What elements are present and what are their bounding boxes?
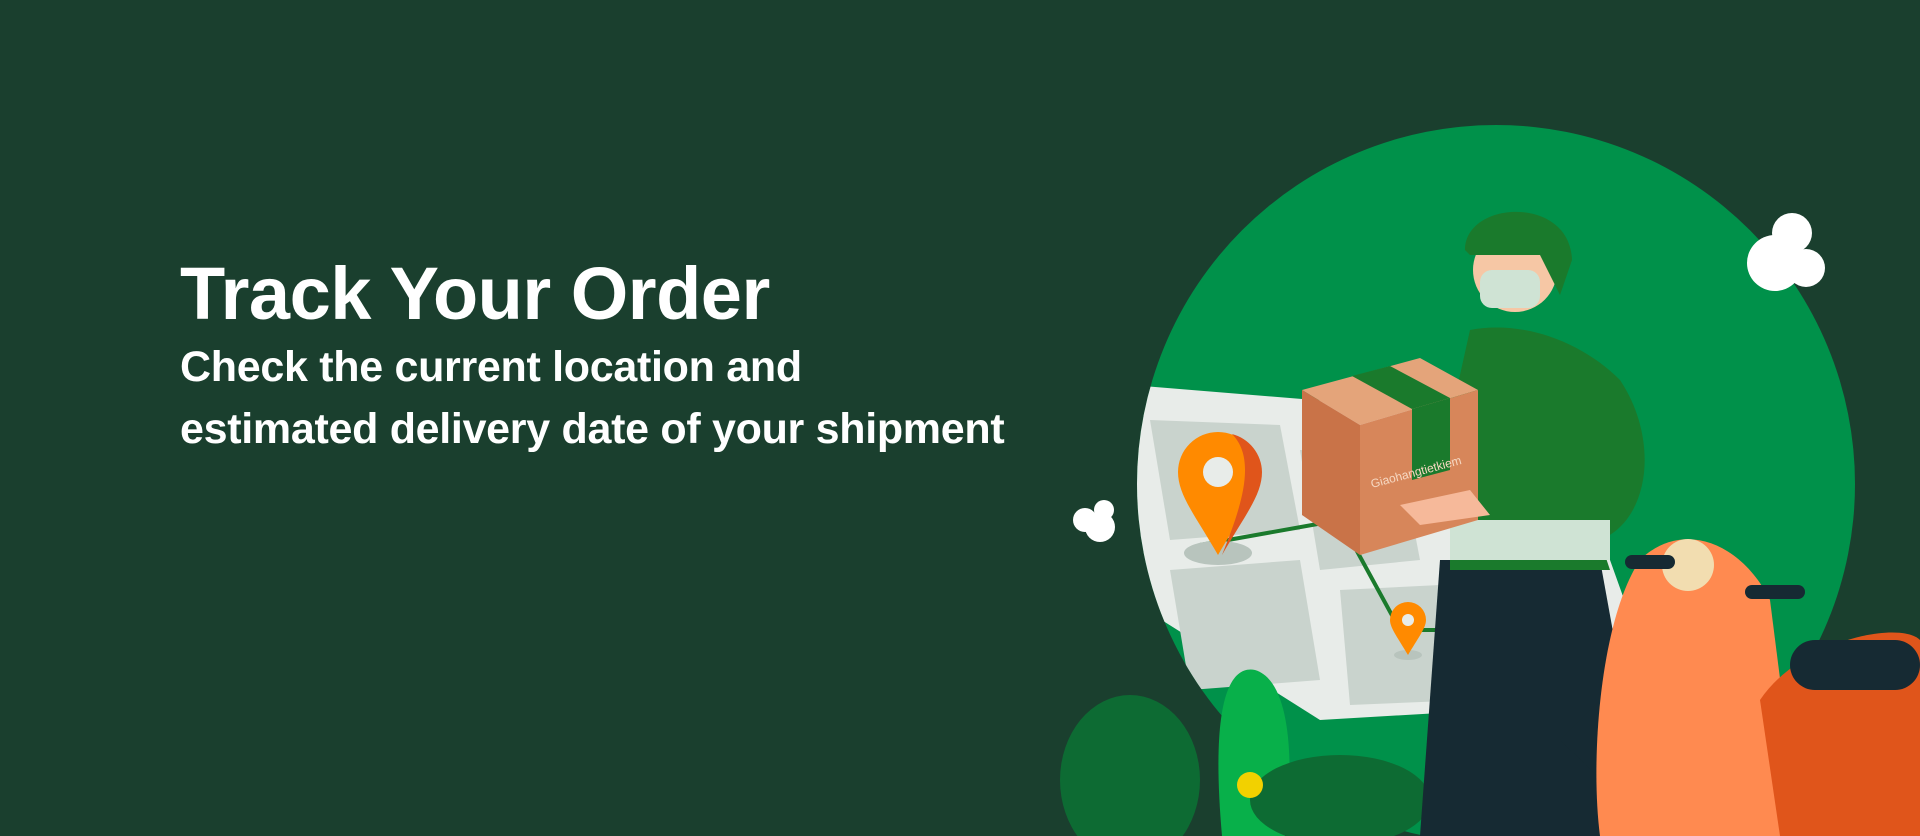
delivery-illustration: Giaohangtietkiem — [1060, 125, 1920, 836]
cloud-small-icon — [1073, 500, 1115, 542]
cloud-icon — [1747, 213, 1825, 291]
scooter-illustration — [1596, 539, 1920, 836]
